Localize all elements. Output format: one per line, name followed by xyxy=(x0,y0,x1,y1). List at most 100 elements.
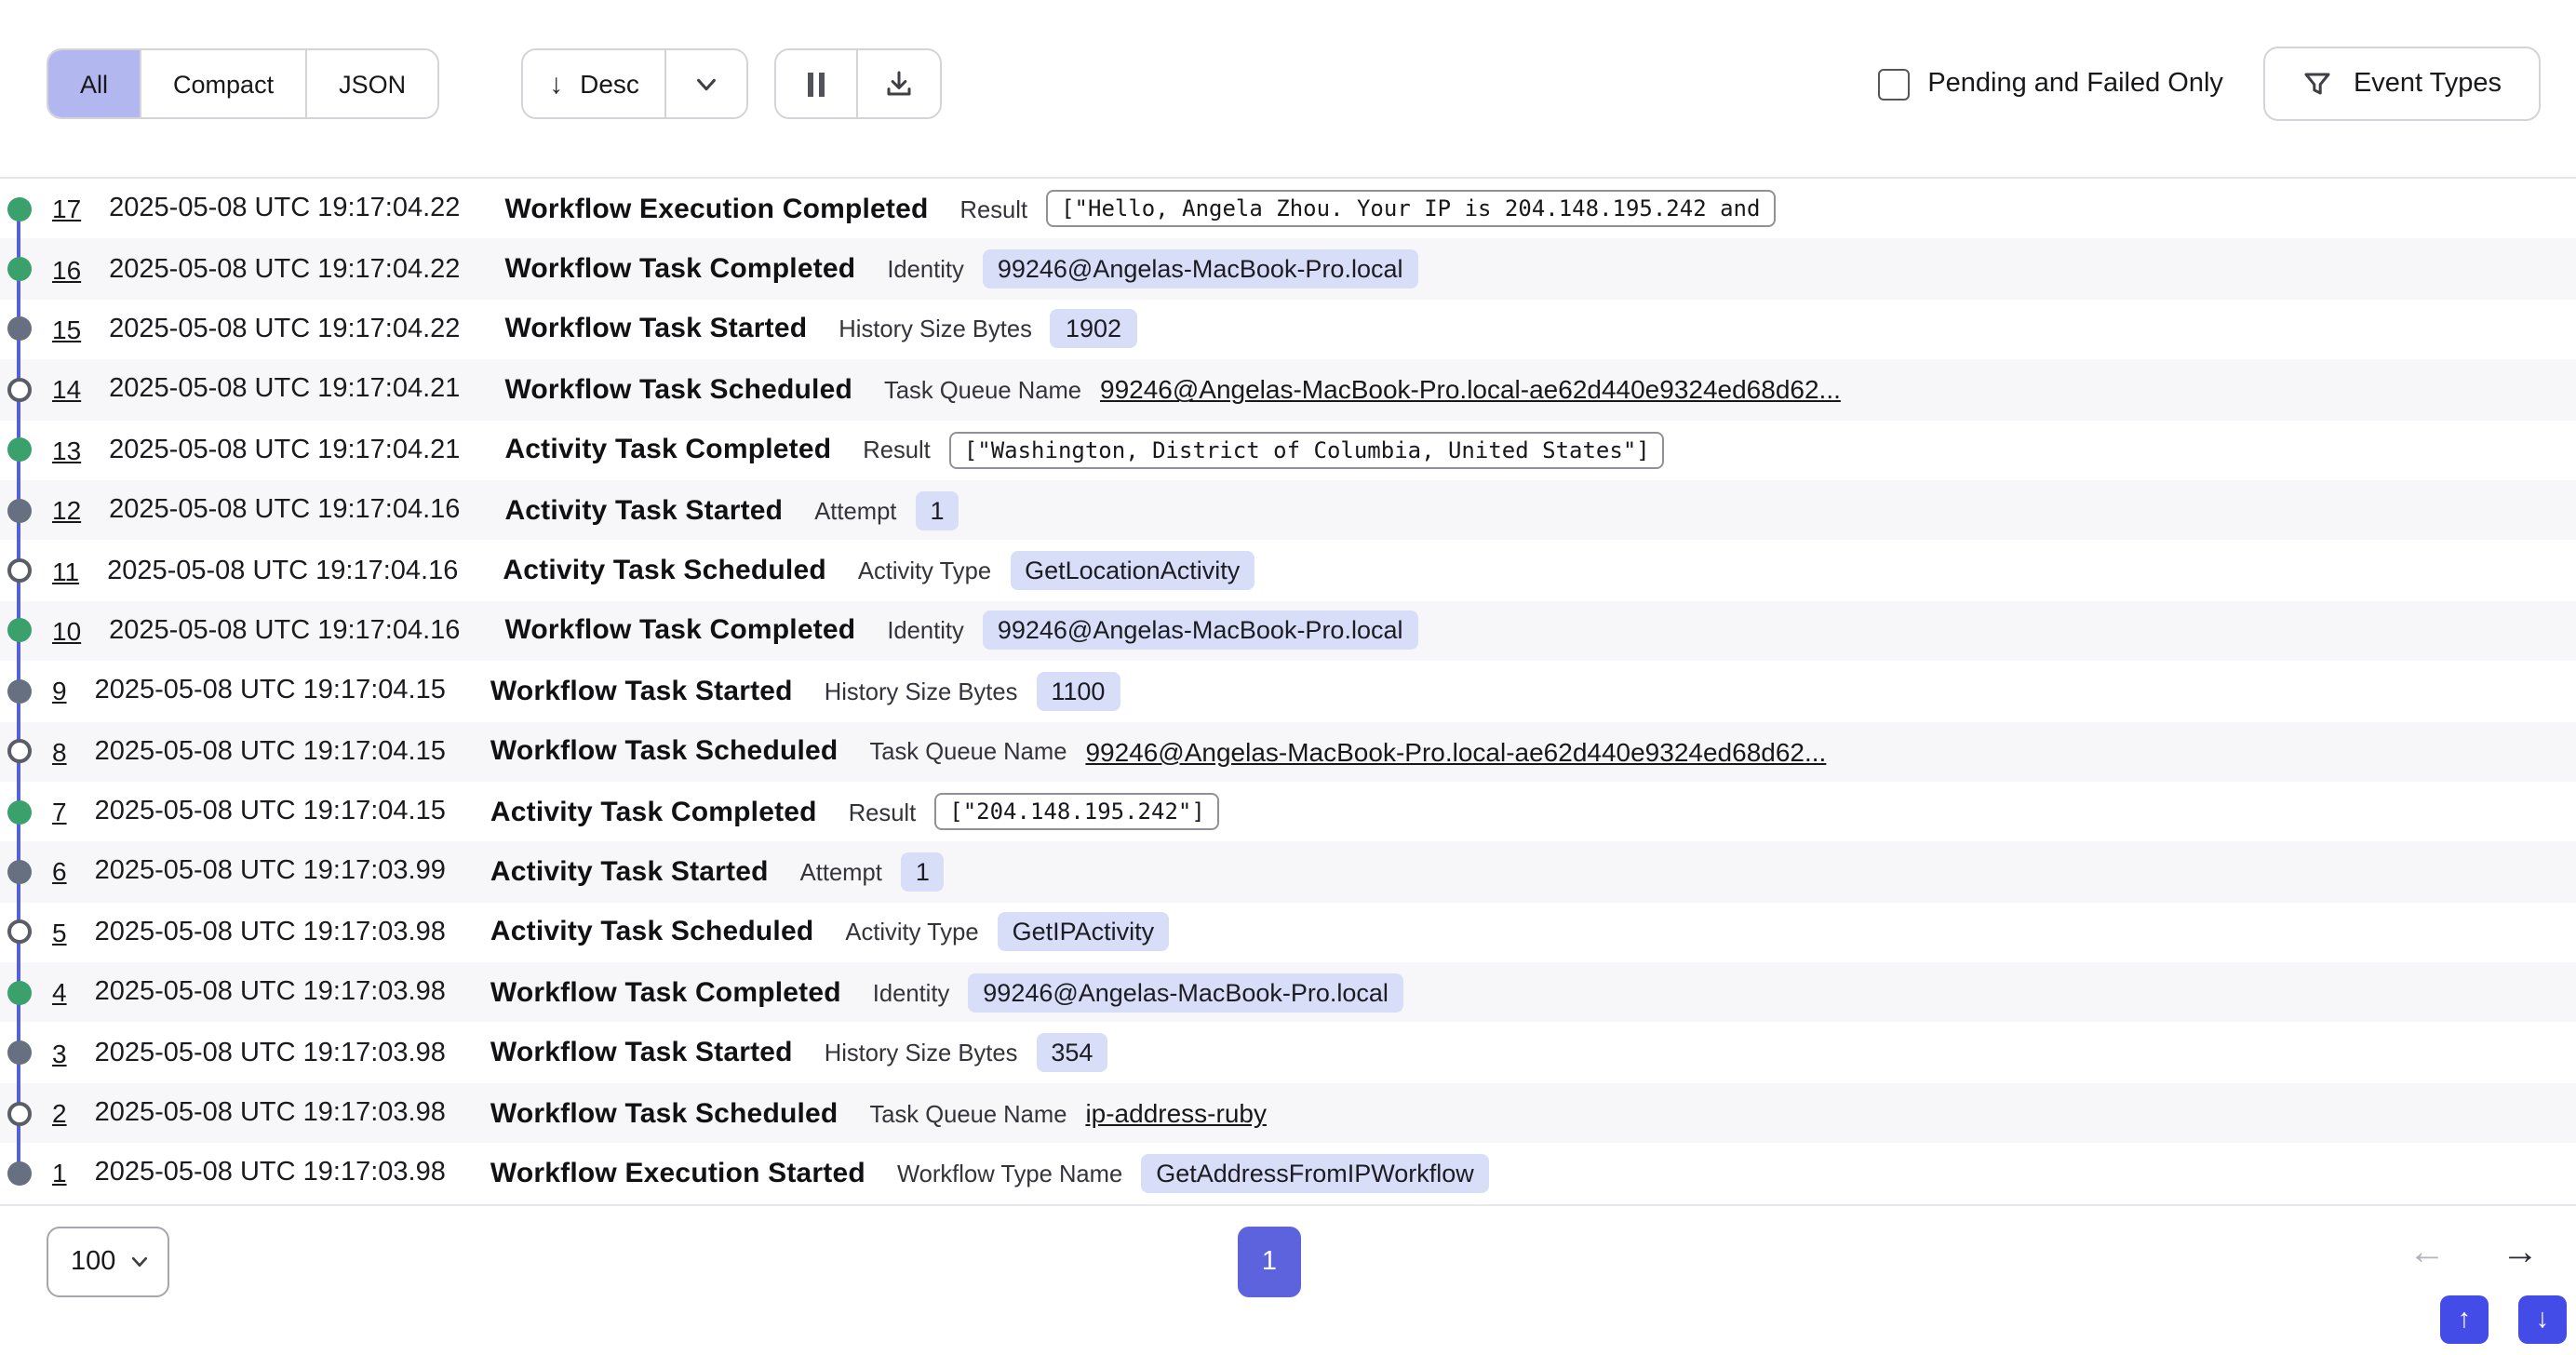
event-id-link[interactable]: 5 xyxy=(52,918,67,947)
event-attribute-label: Result xyxy=(863,436,931,464)
event-timestamp: 2025-05-08 UTC 19:17:03.98 xyxy=(95,1159,446,1188)
page-size-select[interactable]: 100 xyxy=(47,1227,169,1297)
event-row[interactable]: 2 2025-05-08 UTC 19:17:03.98 Workflow Ta… xyxy=(0,1083,2576,1144)
event-attribute-label: Identity xyxy=(887,255,964,283)
event-row[interactable]: 6 2025-05-08 UTC 19:17:03.99 Activity Ta… xyxy=(0,842,2576,903)
event-name: Workflow Task Started xyxy=(490,676,793,707)
event-id-link[interactable]: 10 xyxy=(52,616,81,646)
event-timestamp: 2025-05-08 UTC 19:17:04.15 xyxy=(95,677,446,706)
event-attribute-label: Result xyxy=(849,798,917,825)
event-timestamp: 2025-05-08 UTC 19:17:03.98 xyxy=(95,918,446,947)
event-id-link[interactable]: 4 xyxy=(52,978,67,1008)
event-timestamp: 2025-05-08 UTC 19:17:03.98 xyxy=(95,1098,446,1128)
history-actions-group xyxy=(775,48,942,119)
sort-options-button[interactable] xyxy=(667,50,747,117)
event-status-dot xyxy=(7,196,31,221)
event-attribute-label: Activity Type xyxy=(845,919,978,946)
pagination-page-1-button[interactable]: 1 xyxy=(1238,1227,1301,1297)
event-status-dot xyxy=(7,558,31,583)
event-status-dot xyxy=(7,619,31,643)
event-row[interactable]: 1 2025-05-08 UTC 19:17:03.98 Workflow Ex… xyxy=(0,1144,2576,1204)
event-row[interactable]: 8 2025-05-08 UTC 19:17:04.15 Workflow Ta… xyxy=(0,721,2576,782)
event-id-link[interactable]: 3 xyxy=(52,1038,67,1067)
event-id-link[interactable]: 1 xyxy=(52,1159,67,1188)
event-row[interactable]: 13 2025-05-08 UTC 19:17:04.21 Activity T… xyxy=(0,420,2576,480)
event-row[interactable]: 5 2025-05-08 UTC 19:17:03.98 Activity Ta… xyxy=(0,902,2576,962)
event-attribute-value: 99246@Angelas-MacBook-Pro.local xyxy=(983,611,1418,651)
event-id-link[interactable]: 8 xyxy=(52,736,67,766)
event-attribute-label: History Size Bytes xyxy=(825,678,1018,705)
sort-direction-button[interactable]: ↓ Desc xyxy=(523,50,667,117)
toolbar-right-controls: Pending and Failed Only Event Types xyxy=(1877,47,2541,121)
event-id-link[interactable]: 12 xyxy=(52,495,81,525)
event-row[interactable]: 9 2025-05-08 UTC 19:17:04.15 Workflow Ta… xyxy=(0,661,2576,721)
view-tab-json[interactable]: JSON xyxy=(307,50,437,117)
event-attribute-label: Task Queue Name xyxy=(884,376,1081,404)
event-row[interactable]: 4 2025-05-08 UTC 19:17:03.98 Workflow Ta… xyxy=(0,962,2576,1023)
event-name: Activity Task Started xyxy=(504,494,783,526)
event-timestamp: 2025-05-08 UTC 19:17:04.15 xyxy=(95,736,446,766)
event-status-dot xyxy=(7,799,31,824)
event-attribute-value[interactable]: 99246@Angelas-MacBook-Pro.local-ae62d440… xyxy=(1085,736,1826,766)
event-timestamp: 2025-05-08 UTC 19:17:04.16 xyxy=(109,495,460,525)
event-name: Workflow Task Started xyxy=(490,1037,793,1068)
event-id-link[interactable]: 9 xyxy=(52,677,67,706)
event-types-button[interactable]: Event Types xyxy=(2264,47,2541,121)
scroll-to-top-button[interactable]: ↑ xyxy=(2440,1295,2489,1344)
event-list: 17 2025-05-08 UTC 19:17:04.22 Workflow E… xyxy=(0,179,2576,1203)
event-types-label: Event Types xyxy=(2354,69,2502,99)
event-attribute-value: 99246@Angelas-MacBook-Pro.local xyxy=(968,973,1403,1013)
event-history-panel: All Compact JSON ↓ Desc Pending xyxy=(0,0,2576,1355)
event-status-dot xyxy=(7,317,31,342)
arrow-down-icon: ↓ xyxy=(2536,1305,2550,1335)
event-name: Workflow Task Started xyxy=(504,314,807,345)
event-row[interactable]: 15 2025-05-08 UTC 19:17:04.22 Workflow T… xyxy=(0,300,2576,360)
event-attribute-label: Identity xyxy=(887,617,964,645)
event-timestamp: 2025-05-08 UTC 19:17:04.21 xyxy=(109,436,460,465)
event-row[interactable]: 7 2025-05-08 UTC 19:17:04.15 Activity Ta… xyxy=(0,782,2576,842)
event-name: Workflow Task Scheduled xyxy=(490,735,839,767)
download-button[interactable] xyxy=(858,50,940,117)
event-name: Workflow Execution Completed xyxy=(504,193,928,224)
event-name: Activity Task Scheduled xyxy=(503,555,826,586)
event-attribute-label: History Size Bytes xyxy=(825,1039,1018,1067)
chevron-down-icon xyxy=(128,1251,151,1273)
pending-failed-checkbox[interactable] xyxy=(1877,68,1909,100)
event-row[interactable]: 10 2025-05-08 UTC 19:17:04.16 Workflow T… xyxy=(0,600,2576,661)
event-name: Workflow Task Scheduled xyxy=(504,374,852,406)
event-row[interactable]: 14 2025-05-08 UTC 19:17:04.21 Workflow T… xyxy=(0,359,2576,420)
event-timestamp: 2025-05-08 UTC 19:17:04.22 xyxy=(109,254,460,284)
event-row[interactable]: 12 2025-05-08 UTC 19:17:04.16 Activity T… xyxy=(0,480,2576,541)
event-id-link[interactable]: 13 xyxy=(52,436,81,465)
event-status-dot xyxy=(7,1101,31,1125)
event-status-dot xyxy=(7,739,31,763)
event-row[interactable]: 17 2025-05-08 UTC 19:17:04.22 Workflow E… xyxy=(0,179,2576,239)
pause-button[interactable] xyxy=(777,50,858,117)
view-tab-all[interactable]: All xyxy=(48,50,141,117)
event-id-link[interactable]: 16 xyxy=(52,254,81,284)
event-row[interactable]: 11 2025-05-08 UTC 19:17:04.16 Activity T… xyxy=(0,541,2576,601)
event-attribute-value[interactable]: 99246@Angelas-MacBook-Pro.local-ae62d440… xyxy=(1100,375,1841,405)
event-id-link[interactable]: 7 xyxy=(52,797,67,826)
event-id-link[interactable]: 17 xyxy=(52,194,81,223)
event-row[interactable]: 3 2025-05-08 UTC 19:17:03.98 Workflow Ta… xyxy=(0,1023,2576,1083)
view-tab-compact[interactable]: Compact xyxy=(141,50,307,117)
event-timestamp: 2025-05-08 UTC 19:17:03.98 xyxy=(95,1038,446,1067)
arrow-up-icon: ↑ xyxy=(2458,1305,2472,1335)
event-attribute-value: ["Washington, District of Columbia, Unit… xyxy=(949,432,1665,469)
scroll-to-bottom-button[interactable]: ↓ xyxy=(2518,1295,2567,1344)
pagination-next-button[interactable]: → xyxy=(2490,1232,2550,1273)
event-attribute-value[interactable]: ip-address-ruby xyxy=(1085,1098,1267,1128)
event-id-link[interactable]: 14 xyxy=(52,375,81,405)
event-status-dot xyxy=(7,1040,31,1065)
event-id-link[interactable]: 6 xyxy=(52,857,67,887)
event-id-link[interactable]: 2 xyxy=(52,1098,67,1128)
event-attribute-value: GetIPActivity xyxy=(998,913,1170,952)
pagination-prev-button[interactable]: ← xyxy=(2397,1232,2457,1273)
event-row[interactable]: 16 2025-05-08 UTC 19:17:04.22 Workflow T… xyxy=(0,239,2576,300)
event-id-link[interactable]: 15 xyxy=(52,315,81,344)
event-attribute-label: Attempt xyxy=(800,858,882,886)
event-id-link[interactable]: 11 xyxy=(52,556,79,585)
event-name: Workflow Task Completed xyxy=(504,615,855,647)
event-status-dot xyxy=(7,679,31,704)
